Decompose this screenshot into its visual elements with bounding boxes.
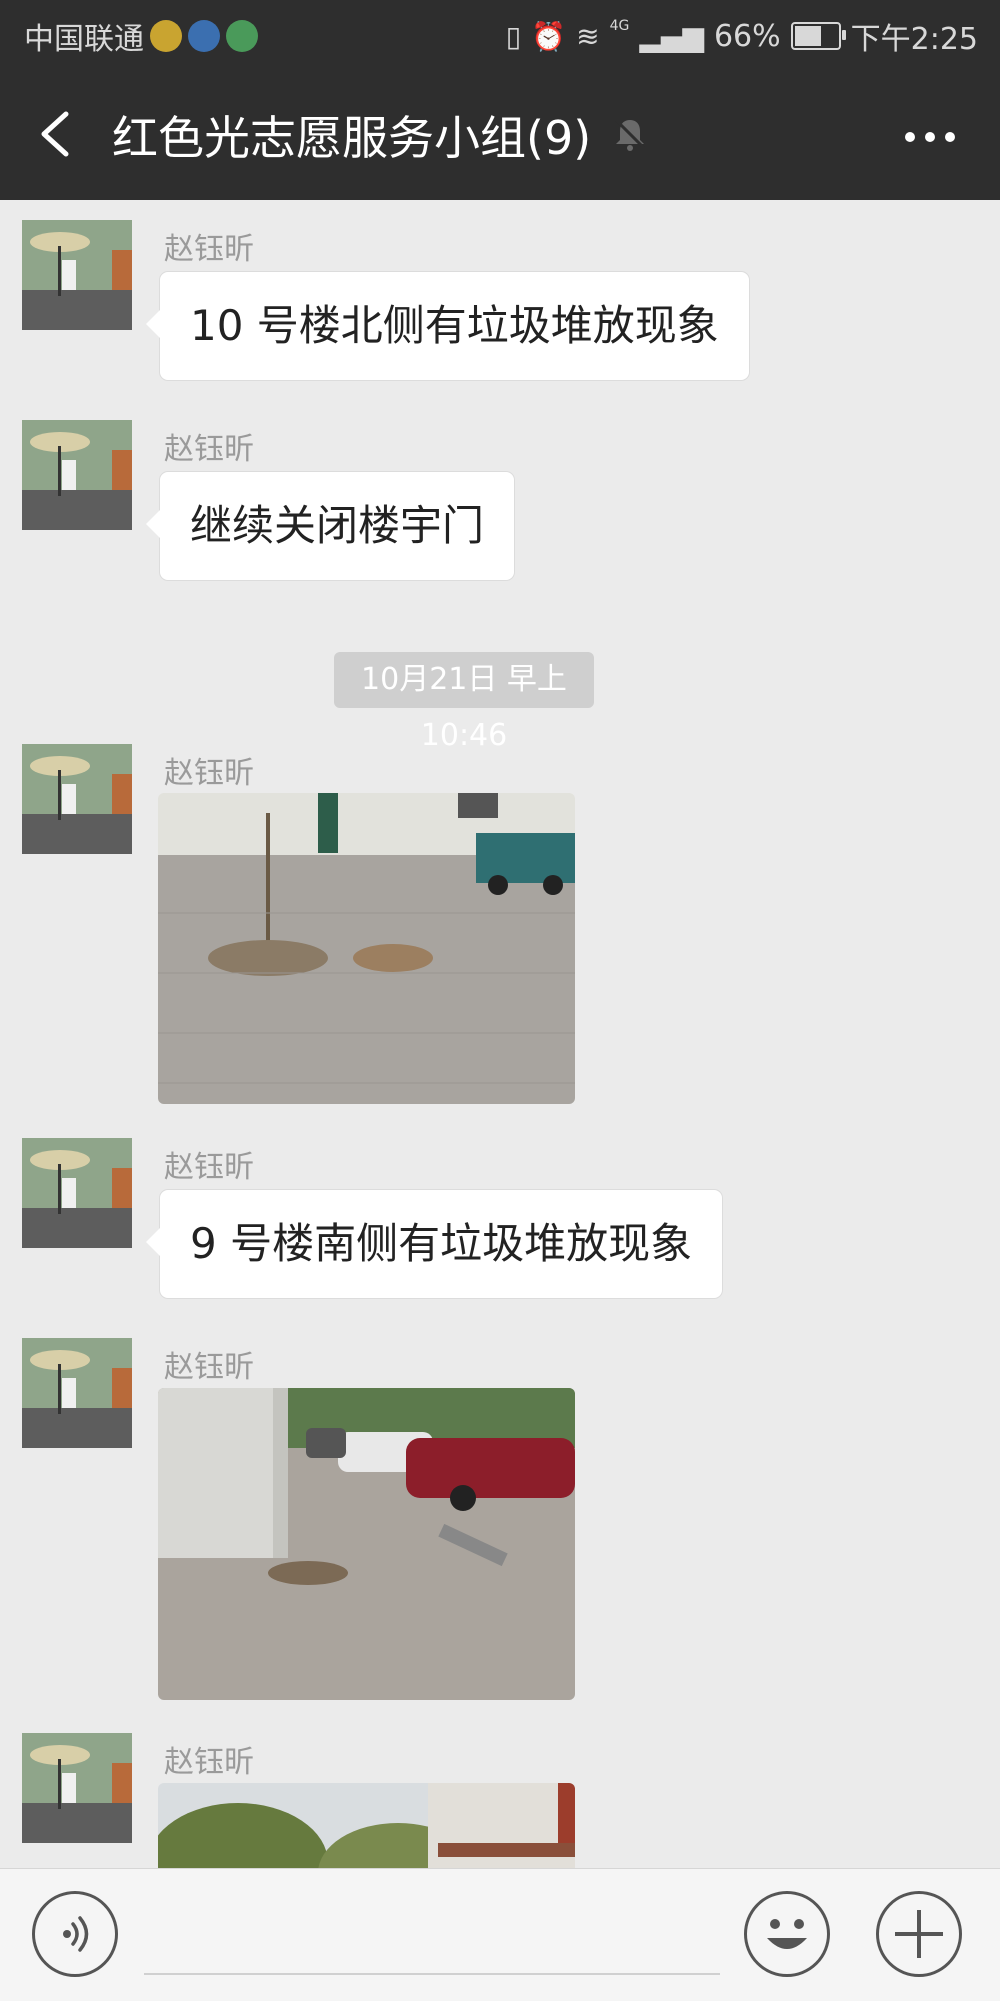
plus-icon — [895, 1910, 943, 1958]
message-input[interactable] — [144, 1899, 720, 1975]
image-message-parking-rubble[interactable] — [158, 1388, 575, 1700]
vibrate-icon: ▯ — [505, 19, 522, 53]
text-message-bubble[interactable]: 9 号楼南侧有垃圾堆放现象 — [145, 1190, 723, 1298]
battery-icon — [790, 22, 846, 50]
more-button[interactable] — [900, 112, 960, 162]
emoji-icon — [767, 1919, 807, 1949]
clock-label: 下午2:25 — [850, 22, 978, 57]
back-button[interactable] — [30, 104, 90, 164]
mute-bell-icon — [610, 114, 650, 154]
sender-name: 赵钰昕 — [164, 432, 254, 467]
group-title: 红色光志愿服务小组(9) — [112, 111, 592, 165]
sender-name: 赵钰昕 — [164, 756, 254, 791]
message-list[interactable]: 赵钰昕 10 号楼北侧有垃圾堆放现象 赵钰昕 继续关闭楼宇门 10月21日 早上… — [0, 200, 1000, 1868]
avatar[interactable] — [22, 420, 132, 530]
sender-name: 赵钰昕 — [164, 1350, 254, 1385]
battery-percent: 66% — [713, 18, 781, 54]
wifi-icon: ≋ — [576, 19, 600, 53]
avatar[interactable] — [22, 220, 132, 330]
signal-icon: ▂▄▆ — [639, 19, 704, 53]
back-arrow-icon — [41, 111, 69, 157]
carrier-label: 中国联通 — [24, 22, 144, 57]
mail-notification-icon — [150, 20, 182, 52]
voice-button[interactable] — [32, 1891, 118, 1977]
emoji-button[interactable] — [744, 1891, 830, 1977]
chat-notification-icon — [188, 20, 220, 52]
status-bar: 中国联通 ▯ ⏰ ≋ 4G ▂▄▆ 66% 下午2:25 — [0, 0, 1000, 70]
text-message-bubble[interactable]: 继续关闭楼宇门 — [145, 472, 515, 580]
avatar[interactable] — [22, 1138, 132, 1248]
avatar[interactable] — [22, 1338, 132, 1448]
avatar[interactable] — [22, 744, 132, 854]
image-message-trees-building[interactable] — [158, 1783, 575, 1868]
sender-name: 赵钰昕 — [164, 1745, 254, 1780]
more-icon — [905, 132, 955, 142]
sender-name: 赵钰昕 — [164, 232, 254, 267]
network-type-label: 4G — [609, 18, 630, 34]
voice-icon — [63, 1916, 89, 1952]
text-message-bubble[interactable]: 10 号楼北侧有垃圾堆放现象 — [146, 272, 749, 380]
alarm-icon: ⏰ — [531, 19, 567, 53]
more-functions-button[interactable] — [876, 1891, 962, 1977]
app-notification-icon — [226, 20, 258, 52]
timestamp-label: 10月21日 早上10:46 — [334, 652, 594, 753]
image-message-building-rubble[interactable] — [158, 793, 575, 1104]
chat-header: 红色光志愿服务小组(9) — [0, 70, 1000, 200]
avatar[interactable] — [22, 1733, 132, 1843]
sender-name: 赵钰昕 — [164, 1150, 254, 1185]
input-bar — [0, 1868, 1000, 2001]
